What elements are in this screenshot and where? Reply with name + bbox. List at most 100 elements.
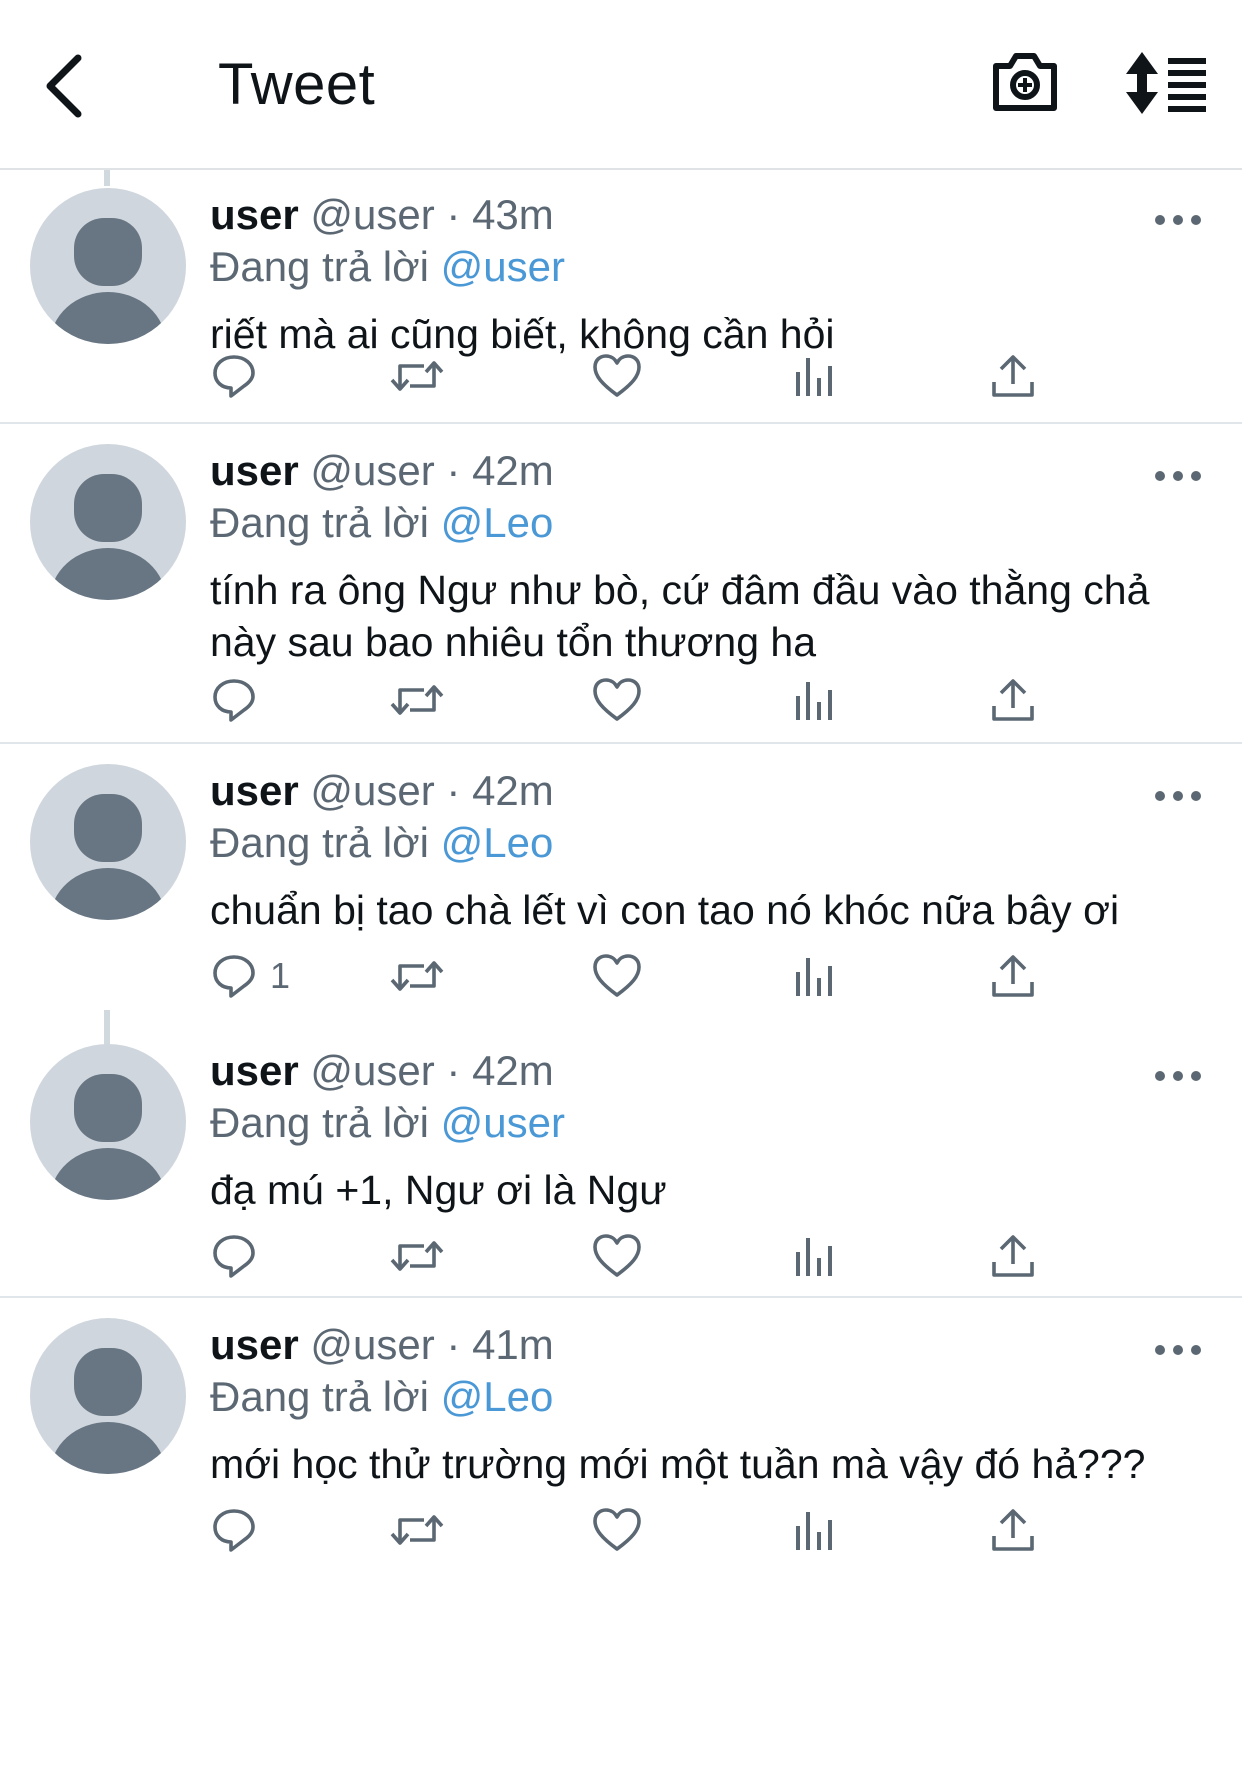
replying-to-label: Đang trả lời [210,499,429,546]
analytics-icon [796,1238,832,1276]
back-button[interactable] [38,46,98,126]
share-button[interactable] [990,670,1036,730]
handle[interactable]: @user [310,1047,434,1094]
like-icon [593,1234,641,1277]
more-options-button[interactable] [1152,784,1204,808]
more-options-button[interactable] [1152,208,1204,232]
share-icon [992,1235,1034,1277]
more-icon [1155,215,1201,225]
handle[interactable]: @user [310,1321,434,1368]
retweet-button[interactable] [390,946,444,1006]
avatar[interactable] [30,764,186,920]
reply-button[interactable] [210,1226,270,1286]
tweet-actions [0,670,1242,730]
share-icon [992,1509,1034,1551]
tweet-header: user @user · 42m [210,1046,554,1096]
reply-button[interactable]: 1 [210,946,290,1006]
replying-to: Đang trả lời @Leo [210,498,553,548]
mention-link[interactable]: @Leo [441,1373,554,1420]
retweet-icon [390,361,444,391]
retweet-button[interactable] [390,670,444,730]
replying-to-label: Đang trả lời [210,819,429,866]
tweet[interactable]: user @user · 43m Đang trả lời @user riết… [0,168,1242,424]
timestamp[interactable]: 42m [472,767,554,814]
like-button[interactable] [592,1226,642,1286]
reply-button[interactable] [210,1500,270,1560]
tweet-text: mới học thử trường mới một tuần mà vậy đ… [210,1441,1146,1487]
analytics-icon [796,958,832,996]
tweet-actions: 1 [0,946,1242,1006]
reply-button[interactable] [210,346,270,406]
replying-to-label: Đang trả lời [210,1099,429,1146]
share-button[interactable] [990,1226,1036,1286]
more-options-button[interactable] [1152,1338,1204,1362]
reply-icon [213,955,255,998]
replying-to: Đang trả lời @user [210,1098,565,1148]
analytics-icon [796,1512,832,1550]
tweet-actions [0,346,1242,406]
tweet-header: user @user · 42m [210,446,554,496]
camera-add-icon [993,53,1057,111]
replying-to-label: Đang trả lời [210,1373,429,1420]
share-icon [992,355,1034,397]
analytics-button[interactable] [792,670,836,730]
more-icon [1155,471,1201,481]
tweet[interactable]: user @user · 41m Đang trả lời @Leo mới h… [0,1298,1242,1771]
display-name[interactable]: user [210,1047,299,1094]
share-button[interactable] [990,346,1036,406]
like-button[interactable] [592,670,642,730]
share-button[interactable] [990,946,1036,1006]
handle[interactable]: @user [310,191,434,238]
like-button[interactable] [592,946,642,1006]
display-name[interactable]: user [210,447,299,494]
avatar[interactable] [30,188,186,344]
more-options-button[interactable] [1152,1064,1204,1088]
timestamp[interactable]: 42m [472,447,554,494]
more-icon [1155,1071,1201,1081]
retweet-button[interactable] [390,1500,444,1560]
display-name[interactable]: user [210,1321,299,1368]
mention-link[interactable]: @Leo [441,499,554,546]
tweet[interactable]: user @user · 42m Đang trả lời @Leo chuẩn… [0,744,1242,1024]
tweet[interactable]: user @user · 42m Đang trả lời @user đạ m… [0,1024,1242,1298]
like-button[interactable] [592,1500,642,1560]
replying-to-label: Đang trả lời [210,243,429,290]
mention-link[interactable]: @user [441,243,565,290]
timestamp[interactable]: 41m [472,1321,554,1368]
like-button[interactable] [592,346,642,406]
reply-count: 1 [270,955,291,996]
retweet-icon [390,685,444,715]
tweet-text: đạ mú +1, Ngư ơi là Ngư [210,1167,667,1213]
tweet-actions [0,1500,1242,1560]
reply-icon [213,355,255,398]
sort-button[interactable] [1126,52,1208,114]
avatar[interactable] [30,444,186,600]
tweet[interactable]: user @user · 42m Đang trả lời @Leo tính … [0,424,1242,744]
display-name[interactable]: user [210,191,299,238]
mention-link[interactable]: @Leo [441,819,554,866]
analytics-button[interactable] [792,946,836,1006]
share-button[interactable] [990,1500,1036,1560]
handle[interactable]: @user [310,447,434,494]
camera-button[interactable] [990,46,1060,116]
handle[interactable]: @user [310,767,434,814]
reply-button[interactable] [210,670,270,730]
retweet-button[interactable] [390,1226,444,1286]
mention-link[interactable]: @user [441,1099,565,1146]
timestamp[interactable]: 43m [472,191,554,238]
avatar[interactable] [30,1318,186,1474]
tweet-header: user @user · 43m [210,190,554,240]
analytics-button[interactable] [792,1500,836,1560]
tweet-header: user @user · 42m [210,766,554,816]
analytics-button[interactable] [792,1226,836,1286]
default-avatar-icon [50,1074,166,1200]
retweet-icon [390,1241,444,1271]
share-icon [992,679,1034,721]
avatar[interactable] [30,1044,186,1200]
display-name[interactable]: user [210,767,299,814]
analytics-button[interactable] [792,346,836,406]
more-icon [1155,791,1201,801]
retweet-button[interactable] [390,346,444,406]
timestamp[interactable]: 42m [472,1047,554,1094]
more-options-button[interactable] [1152,464,1204,488]
